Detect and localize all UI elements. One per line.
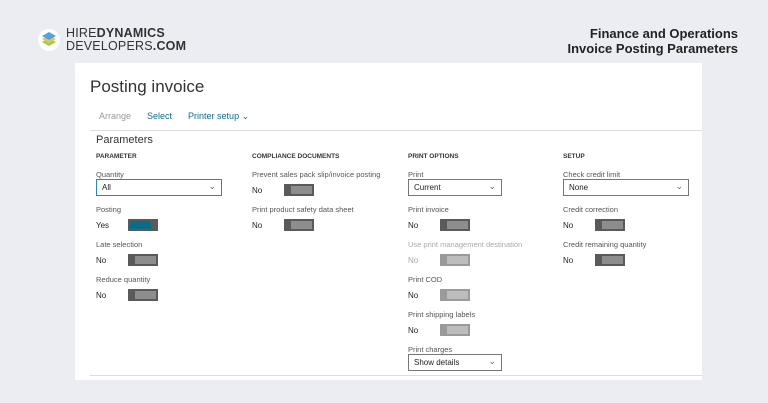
field-label: Use print management destination [408, 240, 523, 249]
toggle-value: No [563, 256, 574, 265]
brand-text: DEVELOPERS [66, 39, 153, 53]
column-print-options: PRINT OPTIONS Print Current ⌄ Print invoice N… [408, 153, 558, 380]
print-invoice-toggle[interactable] [440, 219, 470, 231]
column-setup: SETUP Check credit limit None ⌄ Credit corre… [563, 153, 702, 275]
field-prevent-sales-pack-slip-invoice-posting: Prevent sales pack slip/invoice posting N… [252, 170, 402, 205]
credit-correction-toggle[interactable] [595, 219, 625, 231]
reduce-quantity-toggle[interactable] [128, 289, 158, 301]
field-late-selection: Late selection No [96, 240, 246, 275]
column-header: SETUP [563, 153, 585, 160]
toggle-value: No [408, 291, 419, 300]
brand-logo: HIREDYNAMICS DEVELOPERS.COM [38, 27, 186, 53]
chevron-down-icon: ⌄ [675, 181, 683, 191]
posting-toggle[interactable] [128, 219, 158, 231]
field-label: Reduce quantity [96, 275, 151, 284]
field-use-print-management-destination: Use print management destination No [408, 240, 558, 275]
check-credit-limit-dropdown[interactable]: None ⌄ [563, 179, 689, 196]
posting-invoice-form: Posting invoice Arrange Select Printer s… [75, 63, 702, 380]
printer-setup-label: Printer setup [188, 111, 240, 121]
toggle-value: No [408, 326, 419, 335]
field-check-credit-limit: Check credit limit None ⌄ [563, 170, 702, 205]
brand-text-bold: DYNAMICS [96, 26, 165, 40]
toggle-value: No [252, 186, 263, 195]
brand-text-bold: .COM [152, 39, 187, 53]
print-shipping-labels-toggle[interactable] [440, 324, 470, 336]
field-label: Posting [96, 205, 122, 214]
field-print: Print Current ⌄ [408, 170, 558, 205]
field-label: Credit correction [563, 205, 619, 214]
print-product-safety-data-sheet-toggle[interactable] [284, 219, 314, 231]
toggle-value: No [96, 291, 107, 300]
field-label: Print [408, 170, 424, 179]
toggle-value: No [408, 256, 419, 265]
field-posting: Posting Yes [96, 205, 246, 240]
field-label: Quantity [96, 170, 124, 179]
toggle-value: No [252, 221, 263, 230]
column-header: PARAMETER [96, 153, 137, 160]
heading-line1: Finance and Operations [589, 26, 738, 41]
chevron-down-icon: ⌄ [241, 111, 250, 121]
dropdown-value: All [102, 183, 111, 192]
field-label: Check credit limit [563, 170, 621, 179]
heading-line2: Invoice Posting Parameters [567, 41, 738, 56]
print-charges-dropdown[interactable]: Show details ⌄ [408, 354, 502, 371]
logo-icon [38, 29, 60, 51]
field-quantity: Quantity All ⌄ [96, 170, 246, 205]
field-credit-remaining-quantity: Credit remaining quantity No [563, 240, 702, 275]
chevron-down-icon: ⌄ [488, 356, 496, 366]
field-print-cod: Print COD No [408, 275, 558, 310]
field-credit-correction: Credit correction No [563, 205, 702, 240]
toggle-value: Yes [96, 221, 110, 230]
field-print-invoice: Print invoice No [408, 205, 558, 240]
toggle-value: No [563, 221, 574, 230]
page-heading: Finance and Operations Invoice Posting P… [567, 26, 738, 56]
chevron-down-icon: ⌄ [208, 181, 216, 191]
column-compliance-documents: COMPLIANCE DOCUMENTS Prevent sales pack s… [252, 153, 402, 240]
column-header: COMPLIANCE DOCUMENTS [252, 153, 340, 160]
toggle-value: No [408, 221, 419, 230]
select-button[interactable]: Select [147, 111, 172, 122]
arrange-button[interactable]: Arrange [99, 111, 131, 122]
column-header: PRINT OPTIONS [408, 153, 459, 160]
field-label: Late selection [96, 240, 143, 249]
field-label: Credit remaining quantity [563, 240, 647, 249]
dropdown-value: Current [414, 183, 441, 192]
late-selection-toggle[interactable] [128, 254, 158, 266]
dropdown-value: None [569, 183, 589, 192]
use-print-management-destination-toggle [440, 254, 470, 266]
toggle-value: No [96, 256, 107, 265]
field-label: Print charges [408, 345, 453, 354]
printer-setup-button[interactable]: Printer setup ⌄ [188, 111, 249, 122]
print-cod-toggle[interactable] [440, 289, 470, 301]
field-label: Print COD [408, 275, 443, 284]
field-print-shipping-labels: Print shipping labels No [408, 310, 558, 345]
field-label: Print product safety data sheet [252, 205, 354, 214]
section-title: Parameters [96, 134, 153, 146]
chevron-down-icon: ⌄ [488, 181, 496, 191]
toolbar: Arrange Select Printer setup ⌄ [99, 111, 249, 122]
field-reduce-quantity: Reduce quantity No [96, 275, 246, 310]
dropdown-value: Show details [414, 358, 460, 367]
divider [90, 375, 702, 376]
column-parameter: PARAMETER Quantity All ⌄ Posting Yes Late sele… [96, 153, 246, 310]
prevent-sales-pack-slip-invoice-posting-toggle[interactable] [284, 184, 314, 196]
print-dropdown[interactable]: Current ⌄ [408, 179, 502, 196]
field-label: Print invoice [408, 205, 449, 214]
field-label: Print shipping labels [408, 310, 476, 319]
quantity-dropdown[interactable]: All ⌄ [96, 179, 222, 196]
divider [90, 130, 702, 131]
field-print-product-safety-data-sheet: Print product safety data sheet No [252, 205, 402, 240]
page-title: Posting invoice [90, 77, 205, 96]
field-label: Prevent sales pack slip/invoice posting [252, 170, 381, 179]
brand-text: HIRE [66, 26, 97, 40]
credit-remaining-quantity-toggle[interactable] [595, 254, 625, 266]
